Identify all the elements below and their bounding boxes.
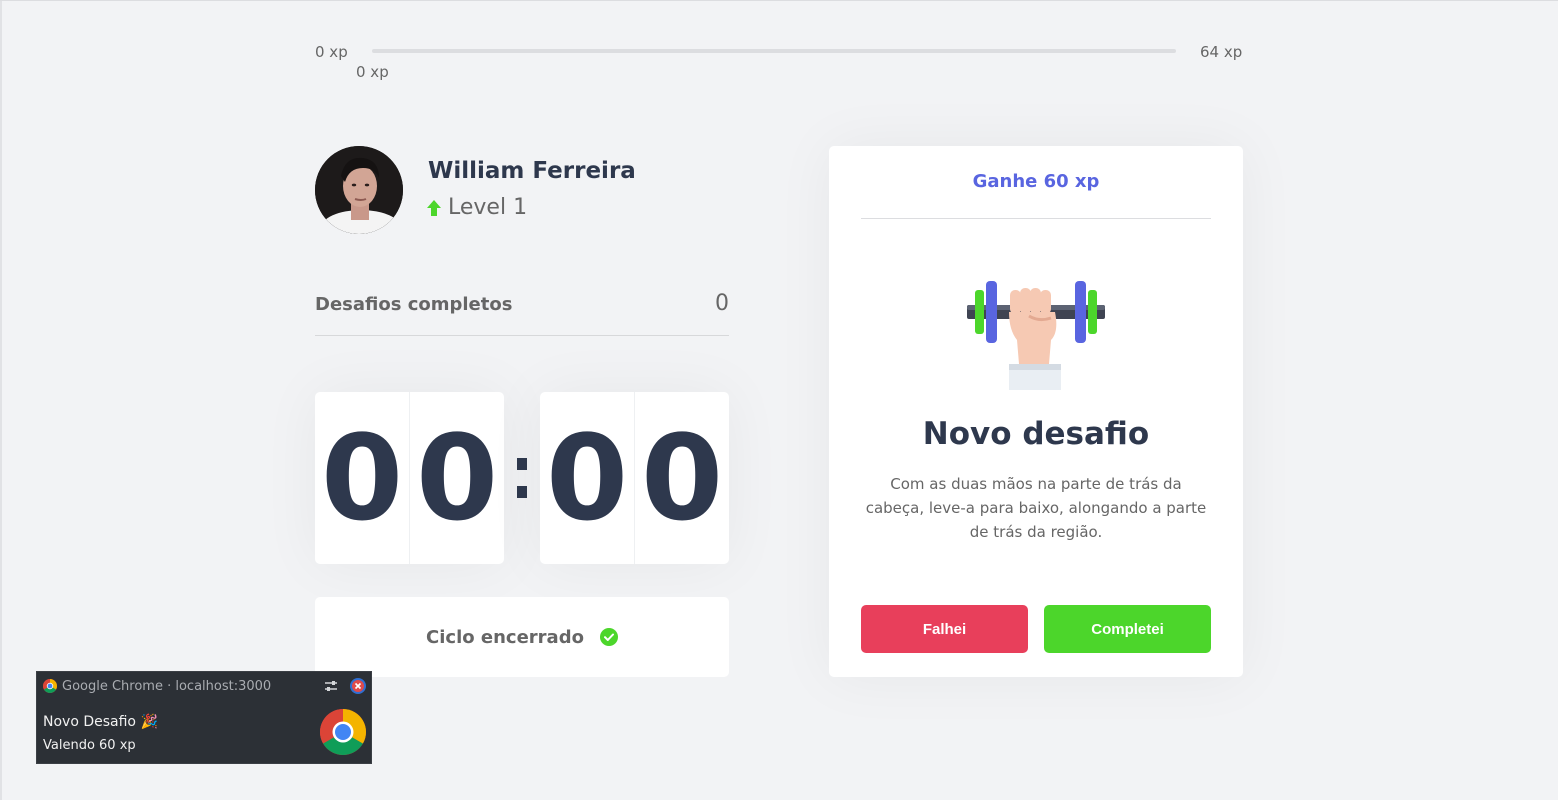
xp-min-label: 0 xp	[315, 43, 348, 61]
cycle-ended-label: Ciclo encerrado	[426, 626, 584, 648]
countdown-second-ones: 0	[634, 392, 729, 564]
level-label: Level 1	[448, 195, 528, 220]
failed-button[interactable]: Falhei	[861, 605, 1028, 653]
page: 0 xp 64 xp 0 xp William Ferreira Level 1…	[0, 0, 1558, 800]
level-row: Level 1	[427, 195, 527, 220]
chrome-icon	[43, 679, 57, 693]
countdown-second-tens: 0	[545, 409, 629, 547]
avatar-image	[315, 146, 403, 234]
countdown-colon	[504, 392, 540, 564]
countdown-minute-ones: 0	[409, 392, 504, 564]
notification-body: Valendo 60 xp	[43, 738, 136, 753]
avatar	[315, 146, 403, 234]
completed-button[interactable]: Completei	[1044, 605, 1211, 653]
countdown-minutes: 0 0	[315, 392, 504, 564]
xp-current-label: 0 xp	[356, 63, 389, 81]
profile-name: William Ferreira	[428, 158, 636, 184]
level-up-icon	[427, 199, 441, 216]
completed-challenges-label: Desafios completos	[315, 294, 513, 315]
settings-sliders-icon[interactable]	[323, 678, 339, 694]
challenge-description: Com as duas mãos na parte de trás da cab…	[865, 475, 1207, 541]
completed-challenges-count: 0	[715, 291, 729, 316]
desktop-notification[interactable]: Google Chrome · localhost:3000 Novo Desa…	[36, 671, 372, 764]
challenge-title: Novo desafio	[922, 416, 1150, 452]
cycle-ended-button[interactable]: Ciclo encerrado	[315, 597, 729, 677]
notification-title: Novo Desafio 🎉	[43, 714, 158, 730]
notification-header: Google Chrome · localhost:3000	[43, 678, 271, 694]
close-icon[interactable]	[349, 677, 367, 695]
notification-source: Google Chrome · localhost:3000	[62, 678, 272, 694]
xp-max-label: 64 xp	[1200, 43, 1243, 61]
window-edge	[0, 1, 2, 800]
completed-challenges: Desafios completos 0	[315, 289, 729, 336]
xp-progress-bar	[372, 49, 1176, 53]
check-circle-icon	[599, 628, 618, 646]
challenge-xp-header: Ganhe 60 xp	[861, 168, 1211, 219]
dumbbell-arm-icon	[967, 281, 1105, 390]
challenge-card: Ganhe 60 xp Novo desafio Com as duas mão…	[829, 146, 1243, 677]
countdown-minute-tens: 0	[320, 409, 404, 547]
countdown-seconds: 0 0	[540, 392, 729, 564]
chrome-logo-icon	[320, 709, 366, 755]
